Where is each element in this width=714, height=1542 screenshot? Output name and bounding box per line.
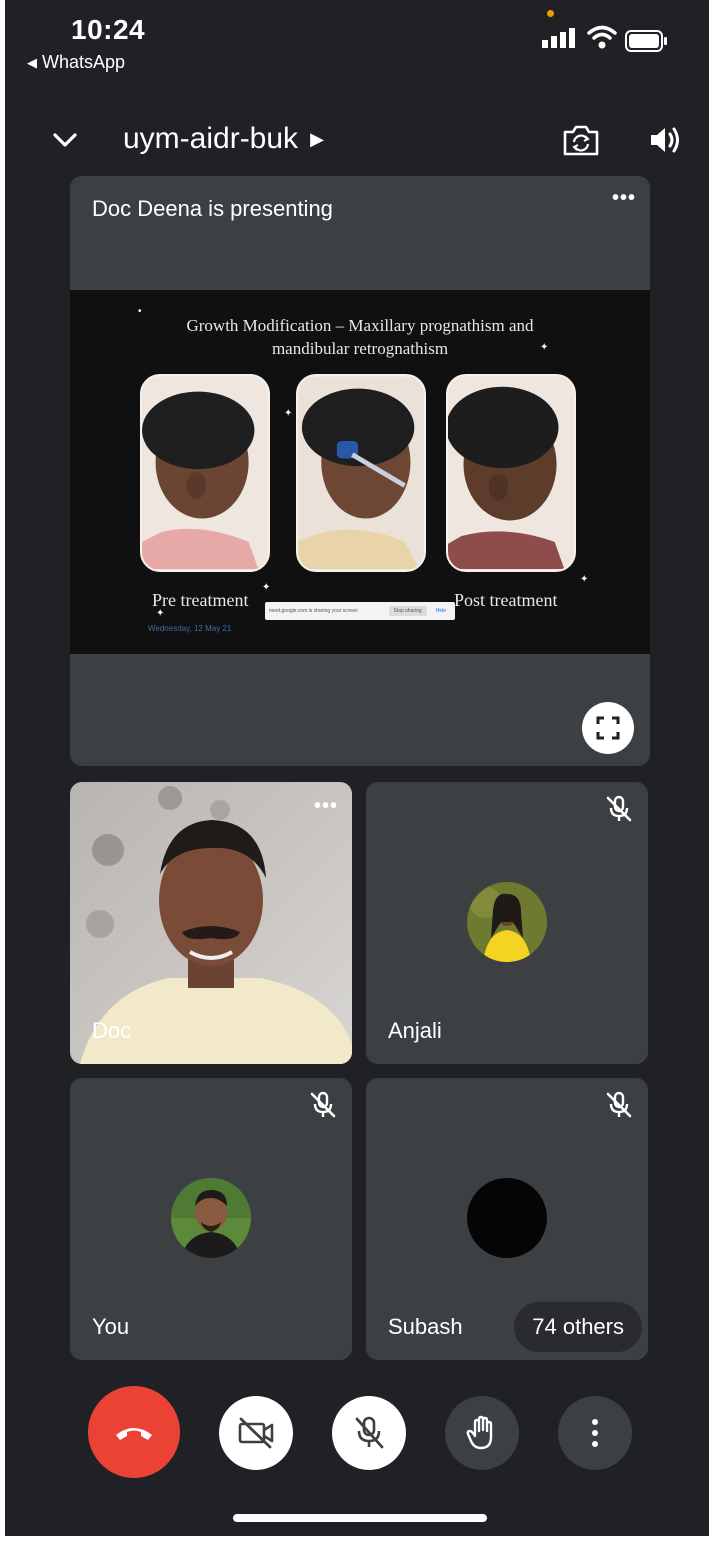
status-time: 10:24	[71, 14, 146, 45]
share-bar-message: meet.google.com is sharing your screen	[269, 608, 358, 614]
switch-camera-icon[interactable]	[561, 122, 601, 158]
participant-name: Subash	[388, 1314, 463, 1339]
meeting-code-button[interactable]: uym-aidr-buk ▶	[123, 122, 324, 156]
participant-tile-subash[interactable]: Subash 74 others	[366, 1078, 648, 1360]
mic-muted-icon	[606, 1091, 632, 1118]
status-bar: 10:24 ◀ WhatsApp	[5, 0, 709, 80]
participant-tile-doc[interactable]: ••• Doc	[70, 782, 352, 1064]
call-controls	[5, 1384, 709, 1484]
raise-hand-icon	[466, 1415, 493, 1450]
presenting-title: Doc Deena is presenting	[92, 196, 333, 221]
meeting-code-label: uym-aidr-buk	[123, 122, 299, 155]
mic-muted-icon	[606, 795, 632, 822]
back-app-label: WhatsApp	[42, 52, 126, 72]
presentation-tile[interactable]: Doc Deena is presenting ••• Growth Modif…	[70, 176, 650, 766]
home-indicator[interactable]	[233, 1514, 487, 1522]
chevron-down-icon[interactable]	[49, 124, 81, 156]
more-vertical-icon	[592, 1419, 598, 1447]
sparkle-icon: ✦	[262, 582, 271, 593]
call-header: uym-aidr-buk ▶	[5, 108, 709, 172]
participant-name: You	[92, 1314, 130, 1339]
mic-off-icon	[355, 1416, 384, 1449]
participant-tile-you[interactable]: You	[70, 1078, 352, 1360]
others-count-button[interactable]: 74 others	[514, 1302, 642, 1352]
end-call-button[interactable]	[88, 1386, 180, 1478]
slide-title-line2: mandibular retrognathism	[271, 339, 449, 358]
recording-indicator-dot	[547, 10, 554, 17]
participant-avatar	[467, 1178, 547, 1258]
more-options-icon[interactable]: •••	[314, 796, 338, 816]
caption-pre-treatment: Pre treatment	[152, 590, 249, 610]
mic-off-button[interactable]	[332, 1396, 406, 1470]
wifi-icon	[587, 25, 617, 49]
slide-title: Growth Modification – Maxillary prognath…	[70, 314, 650, 360]
sparkle-icon: ✦	[284, 408, 293, 419]
speaker-icon[interactable]	[647, 122, 683, 158]
screen-share-bar: meet.google.com is sharing your screen S…	[265, 602, 455, 620]
end-call-icon	[116, 1428, 152, 1440]
chevron-right-icon: ▶	[310, 128, 324, 149]
caption-post-treatment: Post treatment	[454, 590, 558, 610]
appliance-photo	[296, 374, 426, 572]
slide-title-line1: Growth Modification – Maxillary prognath…	[186, 316, 534, 335]
signal-icon	[542, 28, 575, 48]
camera-off-icon	[238, 1417, 274, 1449]
participant-name: Doc	[92, 1018, 132, 1043]
hide-share-bar-button: Hide	[435, 608, 446, 614]
participant-avatar	[467, 882, 547, 962]
sparkle-icon: ✦	[580, 574, 589, 585]
more-options-button[interactable]	[558, 1396, 632, 1470]
stop-sharing-button: Stop sharing	[388, 606, 427, 616]
more-options-icon[interactable]: •••	[612, 188, 636, 208]
meet-screen: 10:24 ◀ WhatsApp uym-aidr-buk ▶ Doc Deen…	[5, 0, 709, 1536]
shared-slide: Growth Modification – Maxillary prognath…	[70, 290, 650, 654]
back-to-app-link[interactable]: ◀ WhatsApp	[27, 52, 125, 73]
fullscreen-button[interactable]	[582, 702, 634, 754]
slide-date: Wednesday, 12 May 21	[148, 624, 232, 633]
post-treatment-photo	[446, 374, 576, 572]
sparkle-icon: ✦	[540, 342, 549, 353]
battery-icon	[625, 30, 667, 52]
participant-avatar	[171, 1178, 251, 1258]
mic-muted-icon	[310, 1091, 336, 1118]
back-triangle-icon: ◀	[27, 54, 37, 70]
fullscreen-icon	[596, 716, 620, 740]
sparkle-icon: •	[138, 306, 142, 317]
pre-treatment-photo	[140, 374, 270, 572]
participant-name: Anjali	[388, 1018, 442, 1043]
raise-hand-button[interactable]	[445, 1396, 519, 1470]
participant-tile-anjali[interactable]: Anjali	[366, 782, 648, 1064]
camera-off-button[interactable]	[219, 1396, 293, 1470]
